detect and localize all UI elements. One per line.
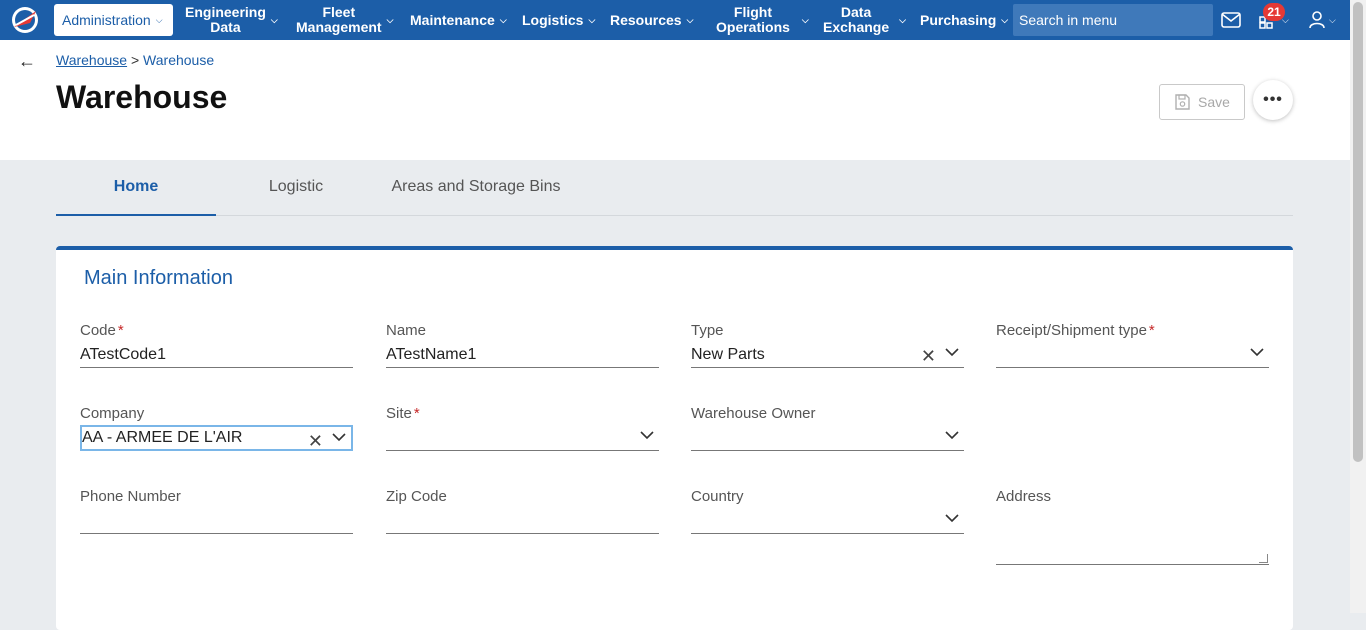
search-menu-input[interactable]: Search in menu bbox=[1013, 4, 1213, 36]
site-select[interactable] bbox=[386, 425, 659, 451]
page-title: Warehouse bbox=[56, 79, 228, 115]
user-icon[interactable]: ⌵ bbox=[1309, 8, 1336, 32]
nav-flight-operations[interactable]: Flight Operations ⌵ bbox=[716, 0, 809, 40]
chevron-down-icon[interactable] bbox=[944, 344, 960, 360]
nav-data-exchange[interactable]: Data Exchange ⌵ bbox=[823, 0, 906, 40]
zip-code-field: Zip Code bbox=[386, 488, 659, 534]
breadcrumb-link-warehouse[interactable]: Warehouse bbox=[56, 52, 127, 68]
country-select[interactable] bbox=[691, 508, 964, 534]
chevron-down-icon: ⌵ bbox=[499, 14, 507, 25]
breadcrumb: Warehouse > Warehouse bbox=[56, 52, 215, 68]
clear-icon[interactable]: ✕ bbox=[921, 346, 936, 367]
nav-fleet-management[interactable]: Fleet Management ⌵ bbox=[296, 0, 393, 40]
chevron-down-icon: ⌵ bbox=[801, 14, 809, 25]
tab-home[interactable]: Home bbox=[56, 160, 216, 216]
nav-purchasing[interactable]: Purchasing ⌵ bbox=[920, 0, 1008, 40]
name-field: Name ATestName1 bbox=[386, 322, 659, 368]
chevron-down-icon: ⌵ bbox=[588, 14, 596, 25]
code-field: Code * ATestCode1 bbox=[80, 322, 353, 368]
site-field: Site * bbox=[386, 405, 659, 451]
chevron-down-icon[interactable] bbox=[639, 427, 655, 443]
resize-handle-icon[interactable] bbox=[1259, 554, 1268, 563]
tab-logistic[interactable]: Logistic bbox=[216, 160, 376, 214]
chevron-down-icon: ⌵ bbox=[270, 14, 278, 25]
nav-administration[interactable]: Administration ⌵ bbox=[54, 4, 173, 36]
address-field: Address bbox=[996, 488, 1269, 565]
type-field: Type New Parts ✕ bbox=[691, 322, 964, 368]
chevron-down-icon: ⌵ bbox=[1329, 14, 1336, 25]
tab-bar: Home Logistic Areas and Storage Bins bbox=[56, 160, 1293, 216]
nav-engineering-data[interactable]: Engineering Data ⌵ bbox=[185, 0, 278, 40]
phone-number-field: Phone Number bbox=[80, 488, 353, 534]
notification-badge: 21 bbox=[1263, 3, 1285, 21]
nav-logistics[interactable]: Logistics ⌵ bbox=[522, 0, 595, 40]
chevron-down-icon[interactable] bbox=[944, 427, 960, 443]
receipt-shipment-type-select[interactable] bbox=[996, 342, 1269, 368]
company-field: Company AA - ARMEE DE L'AIR ✕ bbox=[80, 405, 353, 451]
tab-areas-and-storage-bins[interactable]: Areas and Storage Bins bbox=[376, 160, 576, 214]
breadcrumb-current: Warehouse bbox=[143, 52, 215, 68]
required-asterisk: * bbox=[117, 322, 124, 339]
code-input[interactable]: ATestCode1 bbox=[80, 342, 353, 368]
back-arrow-icon[interactable]: ← bbox=[18, 51, 36, 72]
chevron-down-icon[interactable] bbox=[331, 429, 347, 445]
more-dots-icon: ••• bbox=[1263, 91, 1283, 108]
chevron-down-icon[interactable] bbox=[944, 510, 960, 526]
nav-resources[interactable]: Resources ⌵ bbox=[610, 0, 693, 40]
company-select[interactable]: AA - ARMEE DE L'AIR ✕ bbox=[80, 425, 353, 451]
app-logo-icon[interactable] bbox=[10, 5, 40, 35]
chevron-down-icon: ⌵ bbox=[899, 14, 906, 25]
type-select[interactable]: New Parts ✕ bbox=[691, 342, 964, 368]
warehouse-owner-select[interactable] bbox=[691, 425, 964, 451]
zip-code-input[interactable] bbox=[386, 508, 659, 534]
floppy-disk-icon bbox=[1175, 94, 1190, 110]
required-asterisk: * bbox=[1148, 322, 1155, 339]
top-navigation-bar: Administration ⌵ Engineering Data ⌵ Fleet … bbox=[0, 0, 1350, 40]
section-title: Main Information bbox=[84, 267, 233, 289]
nav-maintenance[interactable]: Maintenance ⌵ bbox=[410, 0, 507, 40]
warehouse-owner-field: Warehouse Owner bbox=[691, 405, 964, 451]
chevron-down-icon: ⌵ bbox=[386, 14, 394, 25]
country-field: Country bbox=[691, 488, 964, 534]
chevron-down-icon: ⌵ bbox=[1001, 14, 1009, 25]
vertical-scrollbar[interactable] bbox=[1350, 0, 1366, 613]
chevron-down-icon: ⌵ bbox=[686, 14, 694, 25]
receipt-shipment-type-field: Receipt/Shipment type * bbox=[996, 322, 1269, 368]
save-button[interactable]: Save bbox=[1159, 84, 1245, 120]
chevron-down-icon: ⌵ bbox=[155, 14, 163, 25]
name-input[interactable]: ATestName1 bbox=[386, 342, 659, 368]
main-information-card: Main Information Code * ATestCode1 Name A… bbox=[56, 246, 1293, 630]
phone-number-input[interactable] bbox=[80, 508, 353, 534]
mail-icon[interactable] bbox=[1221, 8, 1241, 32]
address-textarea[interactable] bbox=[996, 508, 1269, 565]
scrollbar-thumb[interactable] bbox=[1353, 2, 1363, 462]
required-asterisk: * bbox=[413, 405, 420, 422]
chevron-down-icon[interactable] bbox=[1249, 344, 1265, 360]
clear-icon[interactable]: ✕ bbox=[308, 431, 323, 452]
more-options-button[interactable]: ••• bbox=[1253, 80, 1293, 120]
